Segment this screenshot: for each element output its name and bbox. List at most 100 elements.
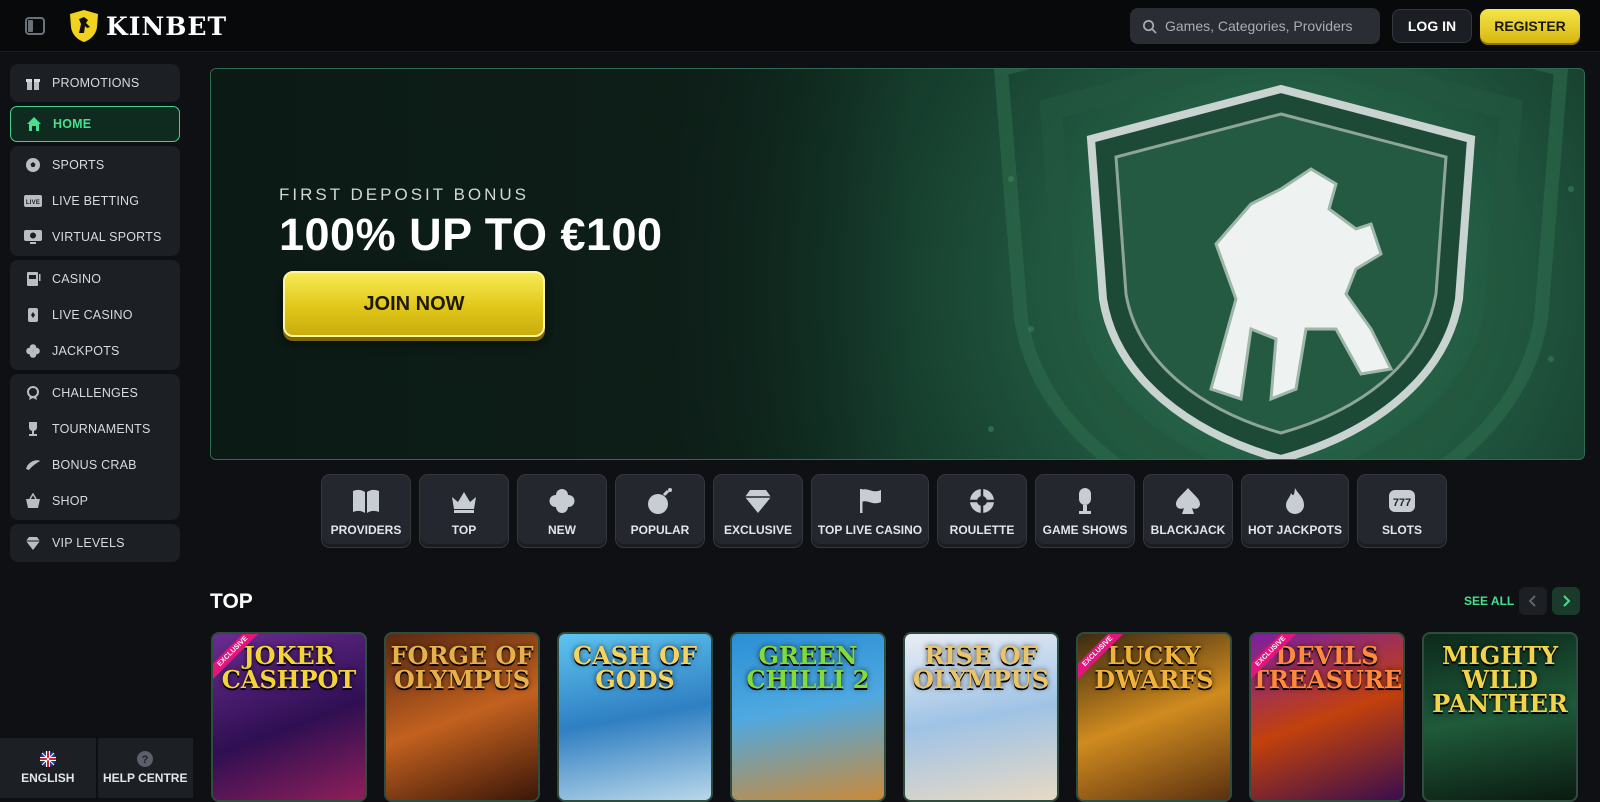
spade-icon	[1173, 486, 1203, 516]
sidebar-item-tournaments[interactable]: TOURNAMENTS	[10, 411, 180, 447]
category-top[interactable]: TOP	[419, 474, 509, 548]
nav-group: CHALLENGES TOURNAMENTS BONUS CRAB SHOP	[10, 374, 180, 520]
category-label: GAME SHOWS	[1042, 522, 1128, 537]
game-title: FORGE OF OLYMPUS	[390, 641, 534, 694]
search-icon	[1143, 19, 1157, 34]
games-carousel: JOKER CASHPOT EXCLUSIVE FORGE OF OLYMPUS CA…	[211, 632, 1578, 802]
category-blackjack[interactable]: BLACKJACK	[1143, 474, 1233, 548]
section-title-top: TOP	[210, 590, 253, 613]
help-centre-button[interactable]: ? HELP CENTRE	[97, 738, 193, 798]
sidebar-item-casino[interactable]: CASINO	[10, 261, 180, 297]
sidebar-item-vip-levels[interactable]: VIP LEVELS	[10, 525, 180, 561]
chevron-left-icon	[1528, 595, 1536, 607]
sidebar-item-live-betting[interactable]: LIVE LIVE BETTING	[10, 183, 180, 219]
search-input[interactable]: Games, Categories, Providers	[1130, 8, 1380, 44]
game-tile[interactable]: GREEN CHILLI 2	[730, 632, 886, 802]
category-popular[interactable]: POPULAR	[615, 474, 705, 548]
carousel-prev-button[interactable]	[1519, 587, 1547, 615]
sidebar-footer: ENGLISH ? HELP CENTRE	[0, 738, 193, 798]
crab-icon	[24, 456, 42, 474]
category-providers[interactable]: PROVIDERS	[321, 474, 411, 548]
logo[interactable]: KINBET	[68, 9, 227, 43]
brand-name: KINBET	[106, 11, 228, 41]
game-tile[interactable]: MIGHTY WILD PANTHER	[1422, 632, 1578, 802]
sidebar-item-virtual-sports[interactable]: VIRTUAL SPORTS	[10, 219, 180, 255]
sidebar-item-label: VIRTUAL SPORTS	[52, 230, 162, 244]
category-label: POPULAR	[630, 522, 690, 537]
slot-machine-icon	[24, 270, 42, 288]
bomb-icon	[645, 486, 675, 516]
category-label: NEW	[548, 522, 576, 537]
game-tile[interactable]: LUCKY DWARFS EXCLUSIVE	[1076, 632, 1232, 802]
svg-text:?: ?	[142, 754, 149, 766]
game-tile[interactable]: RISE OF OLYMPUS	[903, 632, 1059, 802]
sidebar-item-challenges[interactable]: CHALLENGES	[10, 375, 180, 411]
promo-banner[interactable]: FIRST DEPOSIT BONUS 100% UP TO €100 JOIN…	[210, 68, 1585, 460]
flame-icon	[1280, 486, 1310, 516]
carousel-next-button[interactable]	[1552, 587, 1580, 615]
sidebar-item-home[interactable]: HOME	[10, 106, 180, 142]
category-label: SLOTS	[1381, 522, 1422, 537]
basket-icon	[24, 492, 42, 510]
sidebar-item-sports[interactable]: SPORTS	[10, 147, 180, 183]
clover-icon	[547, 486, 577, 516]
game-title: GREEN CHILLI 2	[746, 641, 870, 694]
category-exclusive[interactable]: EXCLUSIVE	[713, 474, 803, 548]
lion-shield-icon	[70, 10, 98, 42]
category-label: TOP LIVE CASINO	[817, 522, 923, 537]
slots-777-icon: 777	[1387, 486, 1417, 516]
home-icon	[25, 115, 43, 133]
category-label: BLACKJACK	[1150, 522, 1226, 537]
nav-group: HOME	[10, 106, 180, 142]
sidebar-item-label: LIVE CASINO	[52, 308, 133, 322]
sidebar-toggle-icon[interactable]	[24, 15, 46, 37]
category-label: HOT JACKPOTS	[1247, 522, 1342, 537]
sidebar-item-label: CASINO	[52, 272, 102, 286]
roulette-icon	[967, 486, 997, 516]
sidebar-item-label: CHALLENGES	[52, 386, 139, 400]
nav-group: CASINO LIVE CASINO JACKPOTS	[10, 260, 180, 370]
sidebar-item-shop[interactable]: SHOP	[10, 483, 180, 519]
chevron-right-icon	[1563, 595, 1571, 607]
game-tile[interactable]: JOKER CASHPOT EXCLUSIVE	[211, 632, 367, 802]
category-roulette[interactable]: ROULETTE	[937, 474, 1027, 548]
nav-group: PROMOTIONS	[10, 64, 180, 102]
soccer-ball-icon	[24, 156, 42, 174]
sidebar-item-jackpots[interactable]: JACKPOTS	[10, 333, 180, 369]
sidebar-item-label: BONUS CRAB	[52, 458, 137, 472]
live-icon: LIVE	[24, 192, 42, 210]
category-game-shows[interactable]: GAME SHOWS	[1035, 474, 1135, 548]
register-button[interactable]: REGISTER	[1480, 9, 1580, 43]
join-now-button[interactable]: JOIN NOW	[283, 271, 545, 337]
game-tile[interactable]: DEVILS TREASURES EXCLUSIVE	[1249, 632, 1405, 802]
category-slots[interactable]: 777 SLOTS	[1357, 474, 1447, 548]
banner-shade	[211, 69, 911, 459]
game-title: MIGHTY WILD PANTHER	[1432, 641, 1568, 718]
category-label: TOP	[451, 522, 477, 537]
login-button[interactable]: LOG IN	[1392, 9, 1472, 43]
category-hot-jackpots[interactable]: HOT JACKPOTS	[1241, 474, 1349, 548]
banner-subtitle: FIRST DEPOSIT BONUS	[279, 185, 530, 204]
category-label: ROULETTE	[949, 522, 1015, 537]
category-top-live-casino[interactable]: TOP LIVE CASINO	[811, 474, 929, 548]
sidebar-item-live-casino[interactable]: LIVE CASINO	[10, 297, 180, 333]
sidebar-item-bonus-crab[interactable]: BONUS CRAB	[10, 447, 180, 483]
medal-icon	[24, 384, 42, 402]
sidebar-item-label: VIP LEVELS	[52, 536, 125, 550]
game-tile[interactable]: FORGE OF OLYMPUS	[384, 632, 540, 802]
nav-group: VIP LEVELS	[10, 524, 180, 562]
category-bar: PROVIDERS TOP NEW POPULAR EXCLUSIVE TOP LIVE …	[321, 474, 1447, 548]
see-all-link[interactable]: SEE ALL	[1464, 594, 1514, 608]
category-new[interactable]: NEW	[517, 474, 607, 548]
help-icon: ?	[137, 751, 154, 767]
diamond-icon	[24, 534, 42, 552]
sidebar-item-promotions[interactable]: PROMOTIONS	[10, 65, 180, 101]
language-button[interactable]: ENGLISH	[0, 738, 96, 798]
gift-icon	[24, 74, 42, 92]
search-placeholder: Games, Categories, Providers	[1165, 18, 1353, 34]
microphone-icon	[1070, 486, 1100, 516]
top-bar: KINBET Games, Categories, Providers LOG …	[0, 0, 1600, 52]
language-label: ENGLISH	[21, 771, 75, 785]
svg-text:LIVE: LIVE	[26, 200, 40, 206]
game-tile[interactable]: CASH OF GODS	[557, 632, 713, 802]
